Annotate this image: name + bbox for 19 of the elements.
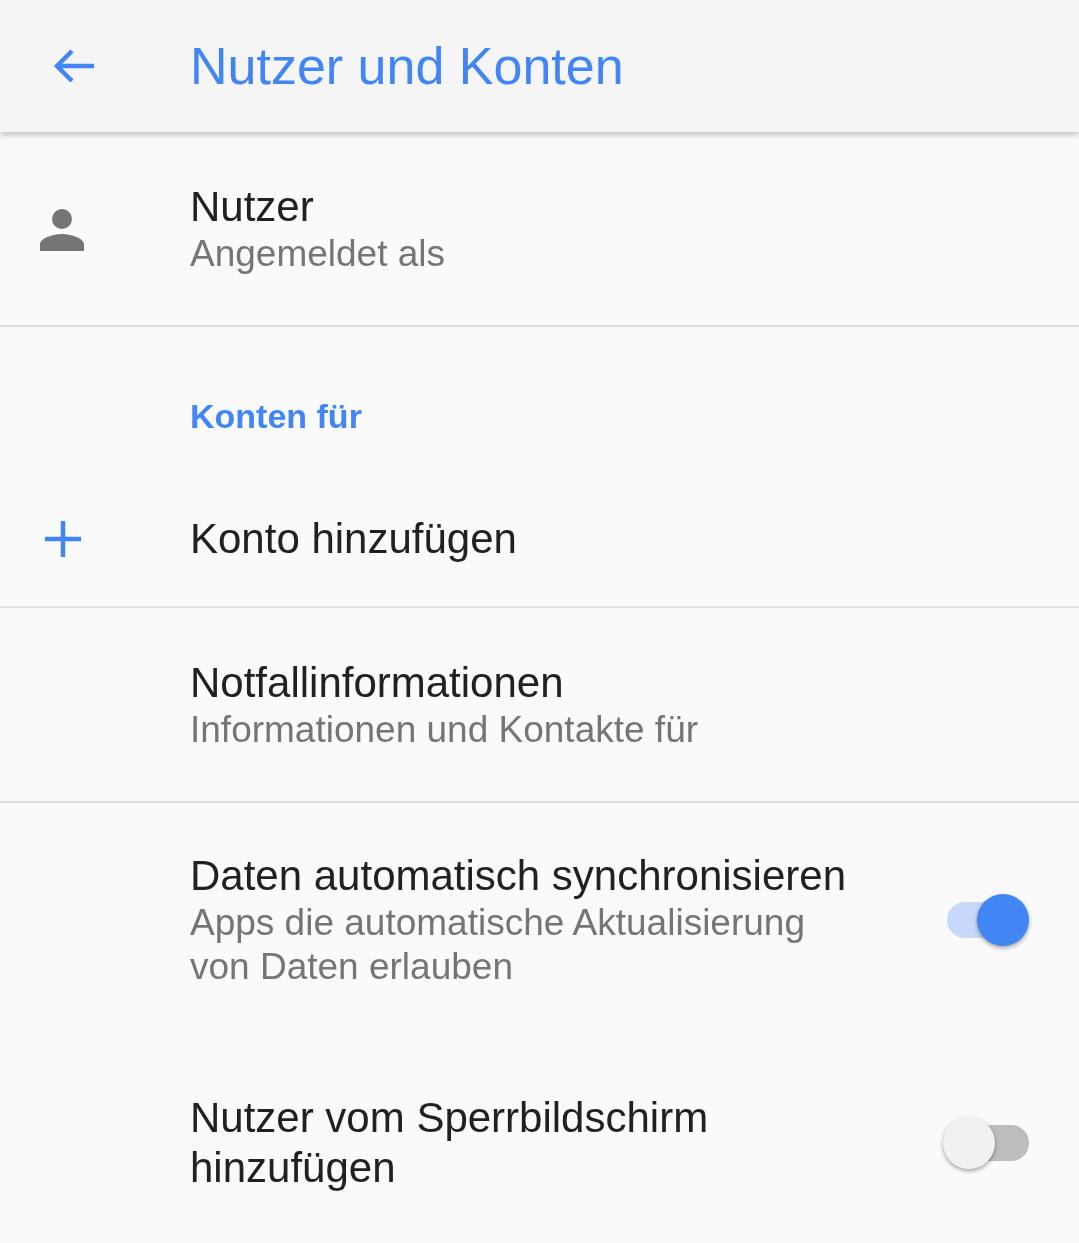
section-header: Konten für — [190, 397, 362, 435]
settings-item[interactable]: Konto hinzufügen — [0, 472, 1079, 606]
item-subtitle: Informationen und Kontakte für — [190, 708, 700, 752]
settings-item[interactable]: Nutzer vom Sperrbildschirm hinzufügen — [0, 1037, 1079, 1243]
plus-icon — [43, 519, 83, 559]
item-title: Notfallinformationen — [190, 658, 565, 708]
item-title: Daten automatisch synchronisieren — [190, 851, 847, 901]
item-title: Nutzer vom Sperrbildschirm hinzufügen — [190, 1093, 710, 1193]
screen-title: Nutzer und Konten — [190, 36, 624, 96]
settings-item[interactable]: Notfallinformationen Informationen und Kontakte für — [0, 608, 1079, 801]
back-arrow-icon[interactable] — [52, 48, 96, 84]
item-subtitle: Angemeldet als — [190, 232, 447, 276]
toggle-switch[interactable] — [943, 1115, 1029, 1171]
settings-item[interactable]: Nutzer Angemeldet als — [0, 132, 1079, 325]
item-subtitle: Apps die automatische Aktualisierung von Daten erlauben — [190, 901, 806, 989]
item-title: Nutzer — [190, 182, 315, 232]
item-title: Konto hinzufügen — [190, 514, 518, 564]
settings-item[interactable]: Daten automatisch synchronisieren Apps die automatische Aktualisierung von Daten erlauben — [0, 803, 1079, 1037]
person-icon — [40, 207, 84, 251]
